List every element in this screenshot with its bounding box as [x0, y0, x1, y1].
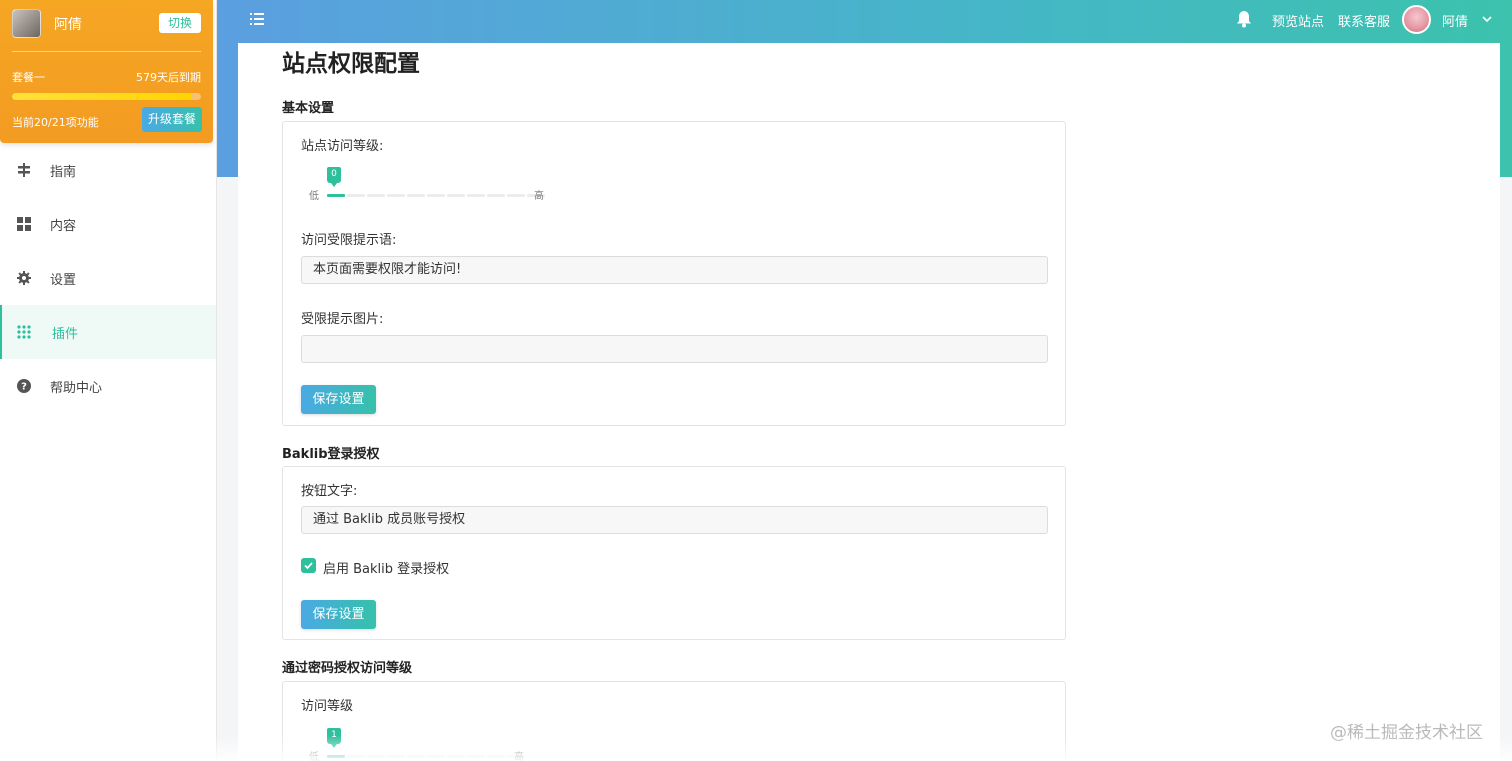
sidebar-item-label: 指南: [50, 164, 77, 180]
slider-handle[interactable]: 0: [327, 167, 341, 187]
restricted-tip-input[interactable]: 本页面需要权限才能访问!: [301, 256, 1048, 284]
restricted-tip-label: 访问受限提示语:: [301, 233, 397, 248]
plan-usage-bar: [12, 93, 201, 100]
sidebar-item-guide[interactable]: 指南: [0, 143, 216, 197]
upgrade-button[interactable]: 升级套餐: [142, 107, 202, 132]
sidebar-item-content[interactable]: 内容: [0, 197, 216, 251]
svg-text:?: ?: [21, 382, 27, 393]
plan-usage-fill: [12, 93, 192, 100]
switch-button[interactable]: 切换: [159, 13, 201, 33]
slider-track[interactable]: [327, 755, 525, 758]
main-content: 站点权限配置 基本设置 站点访问等级: 低 0 高 访问受限提示语: 本页面需要…: [238, 43, 1500, 761]
chevron-down-icon[interactable]: [1482, 14, 1492, 24]
help-icon: ?: [17, 379, 31, 393]
gear-icon: [17, 271, 31, 285]
button-text-label: 按钮文字:: [301, 484, 358, 499]
save-button[interactable]: 保存设置: [301, 600, 376, 629]
header-user-name[interactable]: 阿倩: [1442, 11, 1468, 30]
enable-baklib-checkbox[interactable]: [301, 558, 316, 573]
signpost-icon: [18, 163, 30, 177]
section-title-basic: 基本设置: [282, 101, 335, 116]
sidebar-item-settings[interactable]: 设置: [0, 251, 216, 305]
basic-settings-panel: 站点访问等级: 低 0 高 访问受限提示语: 本页面需要权限才能访问! 受限提示…: [282, 121, 1066, 426]
sidebar-item-label: 插件: [52, 326, 79, 342]
slider-track[interactable]: [327, 194, 545, 197]
plan-name: 套餐一: [12, 71, 45, 84]
section-title-baklib: Baklib登录授权: [282, 447, 380, 462]
restricted-image-label: 受限提示图片:: [301, 312, 384, 327]
password-auth-panel: 访问等级 低 1 高: [282, 681, 1066, 761]
access-level-label: 站点访问等级:: [301, 139, 384, 154]
preview-site-link[interactable]: 预览站点: [1272, 11, 1324, 30]
apps-dots-icon: [17, 325, 31, 339]
avatar[interactable]: [1402, 5, 1431, 34]
sidebar-item-plugins[interactable]: 插件: [0, 305, 216, 359]
user-avatar[interactable]: [12, 9, 41, 38]
grid-icon: [17, 217, 31, 231]
slider-high-label: 高: [534, 191, 544, 202]
button-text-input[interactable]: 通过 Baklib 成员账号授权: [301, 506, 1048, 534]
bell-icon[interactable]: [1236, 10, 1252, 28]
menu-toggle-icon[interactable]: [250, 12, 264, 26]
feature-count: 当前20/21项功能: [12, 116, 99, 129]
sidebar-nav: 指南 内容 设置 插件 ? 帮助中心: [0, 143, 216, 413]
sidebar-item-label: 内容: [50, 218, 77, 234]
plan-expiry: 579天后到期: [136, 71, 201, 84]
contact-support-link[interactable]: 联系客服: [1338, 11, 1390, 30]
sidebar-item-help[interactable]: ? 帮助中心: [0, 359, 216, 413]
password-level-label: 访问等级: [301, 699, 354, 714]
sidebar: 阿倩 切换 套餐一 579天后到期 当前20/21项功能 升级套餐 指南 内容 …: [0, 0, 217, 761]
slider-low-label: 低: [309, 752, 319, 761]
access-level-slider[interactable]: 低 0 高: [309, 167, 549, 202]
password-level-slider[interactable]: 低 1 高: [309, 728, 549, 761]
baklib-auth-panel: 按钮文字: 通过 Baklib 成员账号授权 启用 Baklib 登录授权 保存…: [282, 466, 1066, 640]
section-title-password: 通过密码授权访问等级: [282, 661, 413, 676]
divider: [12, 51, 201, 52]
sidebar-item-label: 帮助中心: [50, 380, 103, 396]
save-button[interactable]: 保存设置: [301, 385, 376, 414]
slider-high-label: 高: [514, 752, 524, 761]
slider-handle[interactable]: 1: [327, 728, 341, 748]
check-icon: [304, 562, 313, 570]
sidebar-item-label: 设置: [50, 272, 77, 288]
watermark: @稀土掘金技术社区: [1330, 723, 1483, 743]
slider-low-label: 低: [309, 191, 319, 202]
user-plan-card: 阿倩 切换 套餐一 579天后到期 当前20/21项功能 升级套餐: [0, 0, 213, 143]
page-title: 站点权限配置: [282, 51, 420, 77]
restricted-image-input[interactable]: [301, 335, 1048, 363]
user-name: 阿倩: [54, 17, 82, 33]
enable-baklib-label: 启用 Baklib 登录授权: [323, 562, 450, 577]
